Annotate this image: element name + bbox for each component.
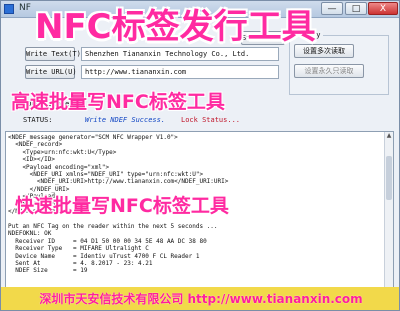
main-window: NF — □ X Write Text(T) Write URL(U) Shen… <box>0 0 400 311</box>
lock-status: Lock Status... <box>181 116 241 124</box>
maximize-button[interactable]: □ <box>345 2 367 15</box>
footer-banner: 深圳市天安信技术有限公司 http://www.tiananxin.com <box>1 287 399 310</box>
scroll-up-icon[interactable]: ▲ <box>385 132 393 140</box>
app-icon <box>4 4 14 14</box>
overlay-caption-2: 快速批量写NFC标签工具 <box>15 195 229 217</box>
set-once-read-button[interactable]: 设置永久只读取 <box>294 64 364 78</box>
log-scrollbar[interactable]: ▲ ▼ <box>384 132 393 300</box>
status-value: Write NDEF Success. <box>85 116 166 124</box>
scroll-thumb[interactable] <box>386 156 392 200</box>
overlay-caption-1: 高速批量写NFC标签工具 <box>11 91 225 113</box>
window-title: NF <box>19 3 31 13</box>
url-input[interactable]: http://www.tiananxin.com <box>81 65 279 79</box>
minimize-button[interactable]: — <box>321 2 343 15</box>
close-button[interactable]: X <box>368 2 398 15</box>
write-text-button[interactable]: Write Text(T) <box>25 47 81 61</box>
banner-title: NFC标签发行工具 <box>35 7 316 47</box>
write-url-button[interactable]: Write URL(U) <box>25 65 77 79</box>
text-input[interactable]: Shenzhen Tiananxin Technology Co., Ltd. <box>81 47 279 61</box>
status-label: STATUS: <box>23 116 53 124</box>
